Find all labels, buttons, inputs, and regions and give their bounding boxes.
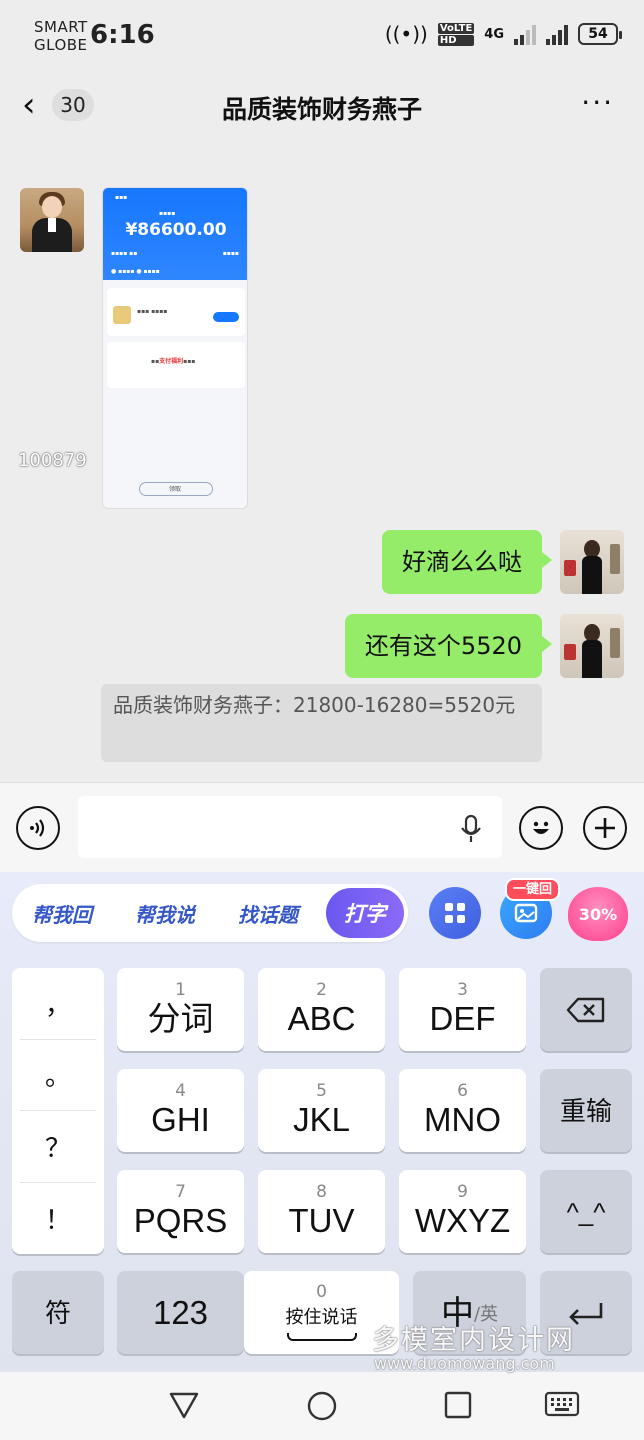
- image-message[interactable]: ▪▪▪ ▪▪▪▪ ¥86600.00 ▪▪▪▪ ▪▪ ▪▪▪▪ ● ▪▪▪▪ ●…: [102, 187, 248, 509]
- apps-grid-icon[interactable]: [429, 887, 481, 939]
- chat-title: 品质装饰财务燕子: [221, 95, 422, 124]
- nav-home-icon[interactable]: [306, 1390, 338, 1426]
- key-1[interactable]: 1 分词: [117, 968, 244, 1051]
- tool-help-reply[interactable]: 帮我回: [32, 899, 135, 928]
- emoticon-key[interactable]: ^_^: [540, 1170, 632, 1253]
- quoted-message[interactable]: 品质装饰财务燕子：21800-16280=5520元: [101, 684, 542, 762]
- watermark-url: www.duomowang.com: [374, 1354, 555, 1373]
- tool-help-say[interactable]: 帮我说: [135, 899, 238, 928]
- punct-period[interactable]: 。: [20, 1040, 96, 1111]
- signal-icon-2: [546, 23, 568, 45]
- volte-badge: VoLTE: [437, 22, 475, 34]
- backspace-icon: [566, 997, 605, 1022]
- image-overlay-number: 100879: [18, 450, 87, 471]
- message-input[interactable]: [78, 796, 502, 858]
- key-8[interactable]: 8 TUV: [258, 1170, 385, 1253]
- key-9[interactable]: 9 WXYZ: [399, 1170, 526, 1253]
- key-2[interactable]: 2 ABC: [258, 968, 385, 1051]
- tool-typing[interactable]: 打字: [326, 888, 404, 938]
- my-avatar[interactable]: [560, 530, 624, 594]
- hd-badge: HD: [437, 34, 475, 46]
- smile-icon: [533, 821, 549, 834]
- my-avatar[interactable]: [560, 614, 624, 678]
- screenshot-amount: ¥86600.00: [125, 220, 227, 240]
- numbers-key[interactable]: 123: [117, 1271, 244, 1354]
- key-4[interactable]: 4 GHI: [117, 1069, 244, 1152]
- screenshot-button-label: 领取: [169, 486, 182, 493]
- reinput-key[interactable]: 重输: [540, 1069, 632, 1152]
- nav-keyboard-icon[interactable]: [544, 1390, 580, 1422]
- network-type: 4G: [484, 26, 504, 42]
- nav-back-icon[interactable]: [168, 1390, 200, 1424]
- key-5[interactable]: 5 JKL: [258, 1069, 385, 1152]
- contact-avatar[interactable]: [20, 188, 84, 252]
- punctuation-column: ， 。 ？ ！: [12, 968, 104, 1254]
- microphone-icon[interactable]: [460, 814, 482, 850]
- punct-comma[interactable]: ，: [20, 968, 96, 1040]
- more-functions-button[interactable]: [583, 806, 627, 850]
- more-options-icon[interactable]: ···: [581, 86, 614, 119]
- key-7[interactable]: 7 PQRS: [117, 1170, 244, 1253]
- nav-recents-icon[interactable]: [443, 1390, 473, 1424]
- key-3[interactable]: 3 DEF: [399, 968, 526, 1051]
- watermark-text: 多模室内设计网: [372, 1325, 575, 1356]
- screenshot-highlight: 支付福利: [159, 358, 184, 365]
- symbols-key[interactable]: 符: [12, 1271, 104, 1354]
- heart-percent-label: 30%: [578, 904, 618, 924]
- space-bar-icon: [286, 1333, 357, 1341]
- carrier-name: SMART GLOBE: [34, 18, 88, 54]
- outgoing-message[interactable]: 好滴么么哒: [382, 530, 552, 594]
- one-click-reply-badge: 一键回: [505, 878, 561, 901]
- signal-icon-1: [514, 23, 536, 45]
- battery-icon: 54: [578, 23, 622, 45]
- voice-icon: [30, 819, 45, 837]
- plus-icon: [595, 818, 615, 838]
- emoji-button[interactable]: [519, 806, 563, 850]
- backspace-key[interactable]: [540, 968, 632, 1051]
- status-icons: ((•)) VoLTE HD 4G 54: [384, 22, 622, 46]
- hotspot-icon: ((•)): [384, 22, 428, 46]
- voice-input-button[interactable]: [16, 806, 60, 850]
- outgoing-message[interactable]: 还有这个5520: [344, 614, 553, 678]
- punct-question[interactable]: ？: [20, 1111, 96, 1183]
- heart-percent-icon[interactable]: 30%: [568, 887, 628, 941]
- clock: 6:16: [90, 20, 155, 50]
- punct-exclaim[interactable]: ！: [20, 1183, 96, 1255]
- key-6[interactable]: 6 MNO: [399, 1069, 526, 1152]
